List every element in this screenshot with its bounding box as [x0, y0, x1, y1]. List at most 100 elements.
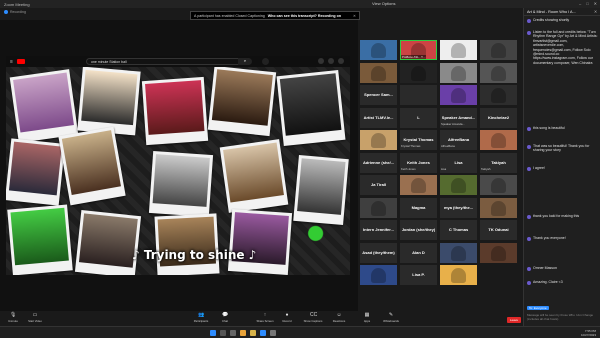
toolbar-button[interactable]: 💬 Chat [214, 313, 236, 324]
participant-tile[interactable] [360, 130, 397, 150]
participant-tile[interactable]: Lisa P. [400, 265, 437, 285]
zoom-icon[interactable] [260, 330, 266, 336]
minimize-icon[interactable]: – [579, 1, 581, 6]
participant-tile[interactable] [480, 40, 517, 60]
toolbar-button[interactable]: 👥 Participants [190, 313, 212, 324]
participant-tile[interactable] [480, 85, 517, 105]
participant-tile[interactable] [480, 175, 517, 195]
banner-close-icon[interactable]: ✕ [353, 14, 356, 18]
participant-tile[interactable] [440, 175, 477, 195]
participant-tile[interactable] [480, 130, 517, 150]
participant-tile[interactable]: L [400, 107, 437, 128]
participant-tile[interactable] [400, 85, 437, 105]
avatar [527, 145, 531, 149]
toolbar-button[interactable]: 🎙 Unmute [2, 313, 24, 324]
participant-tile[interactable] [360, 40, 397, 60]
chat-close-icon[interactable]: ✕ [594, 9, 597, 14]
participant-tile[interactable]: Alan D [400, 242, 437, 263]
file-explorer-icon[interactable] [250, 330, 256, 336]
participant-tile[interactable]: Lisa Lisa [440, 152, 477, 173]
participant-tile[interactable]: Jordan (she/they) [400, 220, 437, 240]
participant-video [451, 245, 466, 261]
participant-tile[interactable]: Intern Jennifer... [360, 220, 397, 240]
participant-video [451, 268, 466, 283]
participant-tile[interactable] [480, 197, 517, 218]
menu-icon[interactable]: ≡ [10, 59, 13, 65]
banner-link[interactable]: Who can see this transcript? Recording o… [268, 14, 341, 18]
view-options-button[interactable]: View Options [372, 1, 396, 6]
notifications-icon[interactable] [328, 58, 334, 64]
meeting-toolbar: Leave 🎙 Unmute ▭ Start Video 👥 Participants 💬 C… [0, 312, 523, 326]
system-tray: 7:55 PM 10/27/2023 [581, 329, 596, 337]
participant-label: ProBono ASL - T... [401, 55, 426, 59]
close-icon[interactable]: ✕ [594, 1, 597, 6]
photo [154, 213, 220, 275]
toolbar-button[interactable]: ▦ Apps [356, 313, 378, 324]
participant-video [491, 200, 506, 216]
toolbar-icon: CC [310, 312, 318, 318]
chrome-icon[interactable] [240, 330, 246, 336]
participant-tile[interactable] [400, 175, 437, 195]
search-icon[interactable] [220, 330, 226, 336]
chat-recipient-button[interactable]: To: Everyone [527, 306, 549, 310]
search-icon[interactable]: ⌕ [238, 58, 252, 65]
voice-search-icon[interactable] [262, 58, 269, 65]
participant-tile[interactable]: Artist TLMV.le... [360, 107, 397, 128]
toolbar-button[interactable]: ↑ Share Screen [254, 313, 276, 324]
participant-tile[interactable]: AlfreeBana AlfreeBana [440, 130, 477, 150]
participant-name: Keith Jones [407, 159, 430, 165]
participant-tile[interactable]: Speaker Amand... Speaker Amanda... [440, 107, 477, 128]
participant-name: Jordan (she/they) [401, 227, 436, 232]
toolbar-button[interactable]: ● Record [276, 313, 298, 324]
participant-tile[interactable]: Keith Jones Keith Jones [400, 152, 437, 173]
participant-tile[interactable]: TK Odunai [480, 220, 517, 240]
participant-tile[interactable]: mya (they/the... [440, 197, 477, 218]
task-view-icon[interactable] [230, 330, 236, 336]
toolbar-button[interactable]: ▭ Start Video [24, 313, 46, 324]
leave-button[interactable]: Leave [507, 317, 521, 323]
participant-tile[interactable]: Ja Tirall [360, 175, 397, 195]
toolbar-button[interactable]: CC Show Captions [302, 312, 324, 324]
participant-tile[interactable] [440, 85, 477, 105]
participant-tile[interactable]: Spencer Sam... [360, 85, 397, 105]
create-icon[interactable] [318, 58, 324, 64]
participant-tile[interactable] [360, 265, 397, 285]
participant-video [451, 178, 466, 193]
participant-tile[interactable]: Adrienne (she/... [360, 152, 397, 173]
video-player[interactable] [6, 67, 350, 275]
participant-tile[interactable] [480, 62, 517, 83]
toolbar-label: Start Video [28, 319, 42, 323]
youtube-search-input[interactable]: one minute Station ball [86, 58, 246, 65]
participant-tile[interactable]: Krystal Thomas Krystal Thomas [400, 130, 437, 150]
participant-label: Keith Jones [401, 166, 416, 171]
participant-tile[interactable]: Asad (they/them) [360, 242, 397, 263]
participant-tile[interactable]: ProBono ASL - T... [400, 40, 437, 60]
participant-tile[interactable] [440, 242, 477, 263]
participant-tile[interactable]: Kinchelae2 [480, 107, 517, 128]
chat-message-text: That was so beautiful! Thank you for sha… [533, 144, 590, 153]
maximize-icon[interactable]: □ [586, 1, 588, 6]
participant-tile[interactable] [360, 62, 397, 83]
chat-header: Art & Mind - Room Who I A... ✕ [524, 8, 600, 16]
app-title: Zoom Meeting [4, 1, 30, 7]
participant-tile[interactable] [480, 242, 517, 263]
start-icon[interactable] [210, 330, 216, 336]
settings-icon[interactable] [270, 330, 276, 336]
participant-name: L [417, 114, 420, 120]
toolbar-button[interactable]: ☺ Reactions [328, 313, 350, 324]
participant-tile[interactable] [440, 265, 477, 285]
participant-video [371, 200, 386, 216]
participant-tile[interactable] [440, 62, 477, 83]
avatar[interactable] [338, 58, 344, 64]
youtube-logo-icon[interactable] [16, 59, 25, 64]
participant-tile[interactable] [360, 197, 397, 218]
participant-tile[interactable] [400, 62, 437, 83]
toolbar-button[interactable]: ✎ Whiteboards [380, 312, 402, 324]
toolbar-icon: ✎ [388, 312, 394, 318]
participant-tile[interactable]: Magma [400, 197, 437, 218]
participant-tile[interactable]: Takiyah Takiyah [480, 152, 517, 173]
photo [227, 208, 293, 275]
chat-input[interactable]: Message will be seen by those Who I Am C… [527, 313, 598, 323]
participant-tile[interactable] [440, 40, 477, 60]
participant-tile[interactable]: C Thomas [440, 220, 477, 240]
